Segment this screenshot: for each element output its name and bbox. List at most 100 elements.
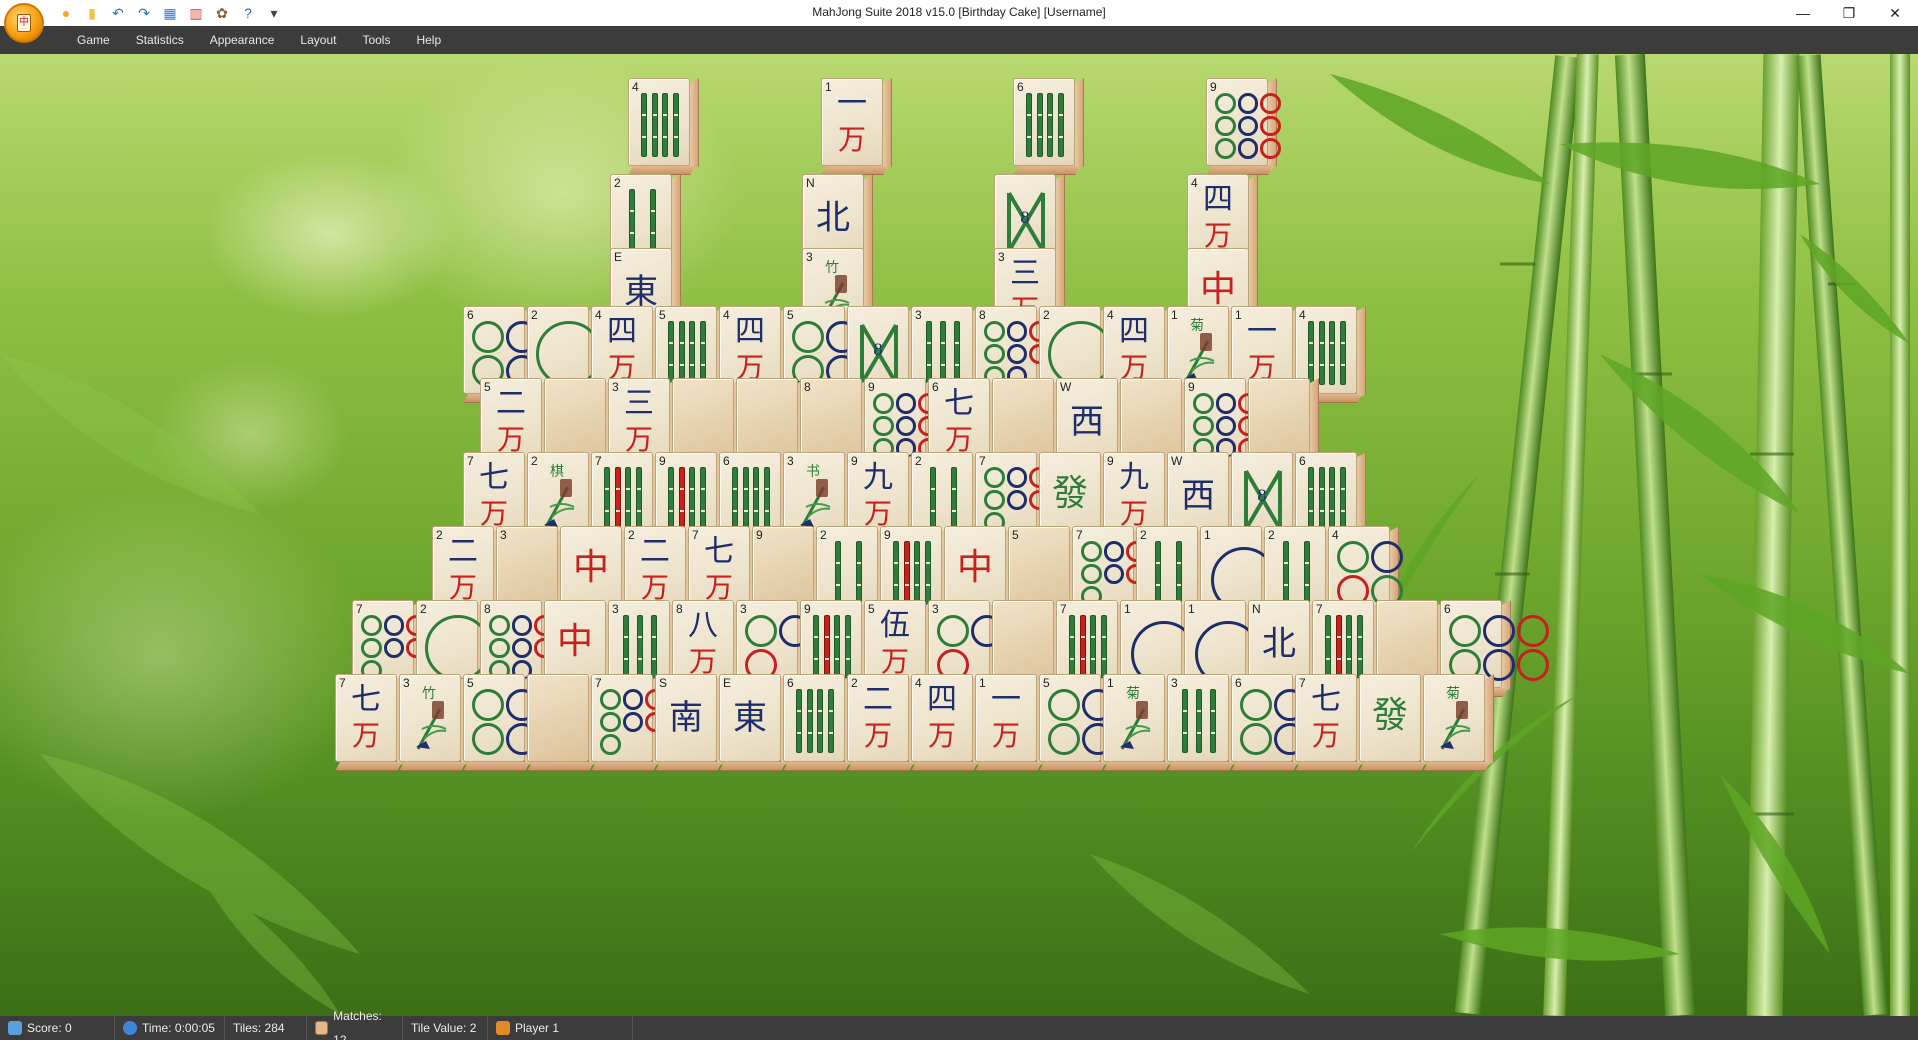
bamboo-sticks	[891, 541, 933, 607]
circle-dot	[895, 415, 917, 437]
menu-statistics[interactable]: Statistics	[123, 26, 197, 54]
circle-dot	[792, 321, 824, 353]
tile-edge	[1231, 762, 1298, 771]
bamboo-stick	[1339, 467, 1346, 531]
bamboo-sticks	[1306, 467, 1348, 533]
tile-index: 5	[467, 676, 474, 690]
bamboo-sticks	[794, 689, 836, 755]
bamboo-sticks	[730, 467, 772, 533]
close-button[interactable]: ✕	[1872, 0, 1918, 26]
tile-dragon[interactable]: 發	[1359, 674, 1430, 771]
tile-dots[interactable]: 9	[1206, 78, 1282, 175]
tile-bamboo[interactable]: 6	[783, 674, 854, 771]
menu-tools[interactable]: Tools	[349, 26, 403, 54]
menu-layout[interactable]: Layout	[287, 26, 349, 54]
tile-face	[527, 674, 589, 762]
bamboo-stick	[1303, 541, 1310, 605]
tile-char[interactable]: 1一万	[975, 674, 1046, 771]
bamboo-sticks	[1323, 615, 1365, 681]
status-tiles-text: Tiles: 284	[233, 1021, 285, 1035]
character-numeral: 八	[688, 608, 718, 643]
status-matches: Matches: 12	[307, 1009, 403, 1040]
bamboo-stick	[678, 467, 685, 531]
tile-wind[interactable]: S南	[655, 674, 726, 771]
tile-flower[interactable]: 1菊	[1103, 674, 1174, 771]
tile-flower[interactable]: 菊	[1423, 674, 1494, 771]
tile-edge	[1103, 762, 1170, 771]
tile-face: 2二万	[847, 674, 909, 762]
tile-index: 5	[787, 308, 794, 322]
tile-dots[interactable]: 5	[463, 674, 572, 771]
bamboo-stick	[827, 689, 834, 753]
bamboo-stick	[623, 615, 629, 679]
menu-help[interactable]: Help	[403, 26, 454, 54]
circle-dot	[1103, 541, 1125, 562]
bamboo-stick	[954, 321, 960, 385]
tile-icon	[315, 1021, 329, 1035]
circle-dot	[1483, 615, 1515, 647]
bamboo-stick	[1069, 615, 1076, 679]
character-numeral: 一	[991, 682, 1021, 717]
wind-character: 北	[1262, 624, 1296, 664]
game-board-area[interactable]: 41一万692N北84四万E東3竹3三万中624四万54四万583824四万1菊…	[0, 54, 1918, 1016]
character-numeral: 一	[1247, 314, 1277, 349]
tile-char[interactable]: 2二万	[847, 674, 918, 771]
tile-bamboo[interactable]: 6	[1013, 78, 1084, 175]
character-numeral: 二	[640, 534, 670, 569]
tile-flower[interactable]: 3竹	[399, 674, 470, 771]
tile-dots[interactable]: 6	[1231, 674, 1340, 771]
menu-game[interactable]: Game	[64, 26, 123, 54]
bamboo-stick	[914, 541, 921, 605]
bamboo-stick	[844, 615, 851, 679]
bamboo-stick	[1079, 615, 1086, 679]
menu-appearance[interactable]: Appearance	[197, 26, 288, 54]
circle-dot	[361, 637, 382, 659]
circle-dot	[984, 343, 1005, 365]
character-numeral: 四	[927, 682, 957, 717]
bamboo-stick	[742, 467, 749, 531]
tile-dots[interactable]: 7	[591, 674, 667, 771]
tile-face: 7七万	[335, 674, 397, 762]
status-bar: Score: 0 Time: 0:00:05 Tiles: 284 Matche…	[0, 1009, 1918, 1040]
circle-dots	[1337, 541, 1403, 607]
tile-index: 9	[804, 602, 811, 616]
tile-index: 2	[1268, 528, 1275, 542]
bamboo-stick	[1329, 321, 1336, 385]
tile-index: 6	[1444, 602, 1451, 616]
circle-dots	[489, 615, 556, 682]
tile-bamboo[interactable]: 3	[1167, 674, 1238, 771]
bamboo-sticks	[811, 615, 853, 681]
bamboo-eight-label: 8	[872, 340, 884, 359]
tile-edge	[1485, 674, 1494, 767]
dragon-character: 中	[556, 621, 593, 662]
minimize-button[interactable]: —	[1780, 0, 1826, 26]
tile-index: 3	[787, 454, 794, 468]
restore-button[interactable]: ❐	[1826, 0, 1872, 26]
bamboo-stick	[651, 93, 658, 157]
tile-char[interactable]: 7七万	[335, 674, 406, 771]
tile-index: 6	[723, 454, 730, 468]
tile-char[interactable]: 1一万	[821, 78, 892, 175]
tile-wind[interactable]: E東	[719, 674, 790, 771]
bamboo-stick	[668, 467, 675, 531]
tile-dots[interactable]: 5	[1039, 674, 1148, 771]
flower-icon	[416, 701, 447, 750]
app-menu-button[interactable]: 中	[4, 3, 44, 43]
bamboo-stick	[1282, 541, 1289, 605]
circle-dot	[1215, 393, 1237, 414]
tile-index: 8	[804, 380, 811, 394]
tile-index: N	[806, 176, 815, 190]
tile-edge	[335, 762, 402, 771]
bamboo-stick	[817, 689, 824, 753]
character-numeral: 三	[1010, 256, 1040, 291]
status-tile-value-text: Tile Value: 2	[411, 1021, 477, 1035]
tile-char[interactable]: 4四万	[911, 674, 982, 771]
tile-index: 9	[659, 454, 666, 468]
tile-bamboo[interactable]: 4	[628, 78, 699, 175]
bamboo-stick	[950, 467, 957, 531]
bamboo-stick	[699, 321, 706, 385]
tile-back[interactable]	[527, 674, 598, 771]
tile-char[interactable]: 7七万	[1295, 674, 1366, 771]
character-wan: 万	[351, 719, 380, 752]
bamboo-stick	[926, 321, 932, 385]
